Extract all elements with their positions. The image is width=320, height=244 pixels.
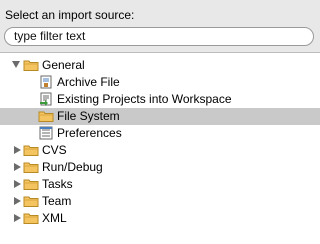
folder-icon — [23, 213, 39, 224]
tree-item-general[interactable]: General — [0, 57, 320, 74]
folder-icon — [23, 162, 39, 173]
tree-item-xml[interactable]: XML — [0, 210, 320, 227]
expand-twisty[interactable] — [14, 197, 21, 205]
import-source-tree[interactable]: General Archive File Existing Projects i… — [0, 52, 320, 244]
tree-item-label: Archive File — [57, 75, 120, 89]
tree-item-label: General — [42, 58, 85, 72]
folder-icon — [23, 179, 39, 190]
tree-item-label: Existing Projects into Workspace — [57, 92, 232, 106]
tree-item-label: Tasks — [42, 177, 73, 191]
preferences-icon — [39, 126, 53, 140]
tree-item-preferences[interactable]: Preferences — [0, 125, 320, 142]
tree-item-label: CVS — [42, 143, 67, 157]
tree-item-tasks[interactable]: Tasks — [0, 176, 320, 193]
tree-item-cvs[interactable]: CVS — [0, 142, 320, 159]
tree-item-existing-projects[interactable]: Existing Projects into Workspace — [0, 91, 320, 108]
filter-input-value: type filter text — [14, 29, 86, 43]
filter-input[interactable]: type filter text — [4, 27, 314, 46]
folder-icon — [38, 111, 54, 122]
project-import-icon — [40, 92, 52, 106]
tree-item-label: File System — [57, 109, 120, 123]
expand-twisty[interactable] — [14, 163, 21, 171]
archive-file-icon — [40, 75, 52, 89]
expand-twisty[interactable] — [14, 180, 21, 188]
tree-item-archive-file[interactable]: Archive File — [0, 74, 320, 91]
tree-item-file-system[interactable]: File System — [0, 108, 320, 125]
folder-icon — [23, 145, 39, 156]
import-source-prompt: Select an import source: — [5, 8, 135, 22]
folder-icon — [23, 60, 39, 71]
expand-twisty[interactable] — [12, 61, 20, 68]
tree-item-label: Preferences — [57, 126, 122, 140]
tree-item-label: Run/Debug — [42, 160, 103, 174]
tree-item-run-debug[interactable]: Run/Debug — [0, 159, 320, 176]
expand-twisty[interactable] — [14, 214, 21, 222]
folder-icon — [23, 196, 39, 207]
tree-item-label: XML — [42, 211, 67, 225]
expand-twisty[interactable] — [14, 146, 21, 154]
tree-item-label: Team — [42, 194, 72, 208]
tree-item-team[interactable]: Team — [0, 193, 320, 210]
